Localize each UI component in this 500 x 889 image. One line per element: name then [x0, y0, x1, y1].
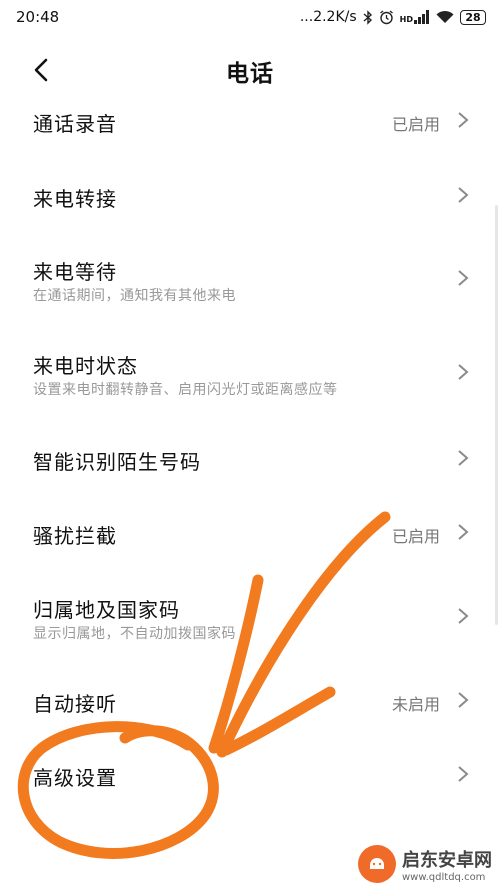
android-icon [370, 858, 384, 869]
watermark-url: www.qdltdq.com [402, 871, 486, 883]
setting-call-waiting[interactable]: 来电等待 在通话期间，通知我有其他来电 [0, 240, 500, 316]
setting-value: 已启用 [391, 115, 440, 134]
setting-harassment-blocking[interactable]: 骚扰拦截 已启用 [0, 504, 500, 564]
setting-advanced[interactable]: 高级设置 [0, 746, 500, 806]
setting-value: 已启用 [391, 527, 440, 546]
chevron-right-icon [458, 766, 469, 782]
setting-value: 未启用 [391, 695, 440, 714]
setting-title: 智能识别陌生号码 [33, 450, 201, 474]
setting-title: 骚扰拦截 [33, 524, 117, 548]
status-bar: 20:48 ...2.2K/s HD 28 [0, 0, 500, 34]
setting-title: 通话录音 [33, 112, 117, 136]
setting-title: 高级设置 [33, 766, 117, 790]
signal-icon [414, 10, 429, 24]
setting-location-country-code[interactable]: 归属地及国家码 显示归属地，不自动加拨国家码 [0, 578, 500, 654]
chevron-right-icon [458, 270, 469, 286]
hd-label: HD [399, 15, 413, 24]
bluetooth-icon [363, 9, 372, 25]
setting-title: 归属地及国家码 [33, 598, 180, 622]
setting-identify-unknown-numbers[interactable]: 智能识别陌生号码 [0, 430, 500, 490]
chevron-right-icon [458, 608, 469, 624]
status-icons: ...2.2K/s HD 28 [300, 9, 486, 25]
watermark-logo-icon [358, 845, 396, 883]
setting-subtitle: 在通话期间，通知我有其他来电 [33, 288, 236, 304]
chevron-right-icon [458, 112, 469, 128]
watermark-name: 启东安卓网 [402, 849, 492, 871]
hd-signal: HD [400, 10, 430, 24]
setting-subtitle: 设置来电时翻转静音、启用闪光灯或距离感应等 [33, 382, 338, 398]
setting-subtitle: 显示归属地，不自动加拨国家码 [33, 626, 236, 642]
title-bar: 电话 [0, 46, 500, 94]
chevron-right-icon [458, 187, 469, 203]
page-title: 电话 [226, 61, 274, 87]
setting-call-recording[interactable]: 通话录音 已启用 [0, 90, 500, 150]
setting-call-forwarding[interactable]: 来电转接 [0, 166, 500, 226]
status-time: 20:48 [16, 8, 60, 26]
chevron-right-icon [458, 364, 469, 380]
battery-icon: 28 [460, 9, 486, 25]
setting-title: 来电转接 [33, 187, 117, 211]
watermark-text: 启东安卓网 www.qdltdq.com [402, 846, 492, 883]
chevron-right-icon [458, 524, 469, 540]
setting-title: 来电时状态 [33, 354, 138, 378]
setting-auto-answer[interactable]: 自动接听 未启用 [0, 672, 500, 732]
alarm-icon [379, 9, 393, 24]
setting-title: 自动接听 [33, 692, 117, 716]
setting-title: 来电等待 [33, 260, 117, 284]
watermark: 启东安卓网 www.qdltdq.com [358, 845, 492, 883]
wifi-icon [436, 10, 454, 23]
scrollbar[interactable] [495, 205, 498, 625]
setting-incoming-call-state[interactable]: 来电时状态 设置来电时翻转静音、启用闪光灯或距离感应等 [0, 334, 500, 410]
chevron-right-icon [458, 692, 469, 708]
network-speed: ...2.2K/s [299, 9, 357, 25]
chevron-right-icon [458, 450, 469, 466]
